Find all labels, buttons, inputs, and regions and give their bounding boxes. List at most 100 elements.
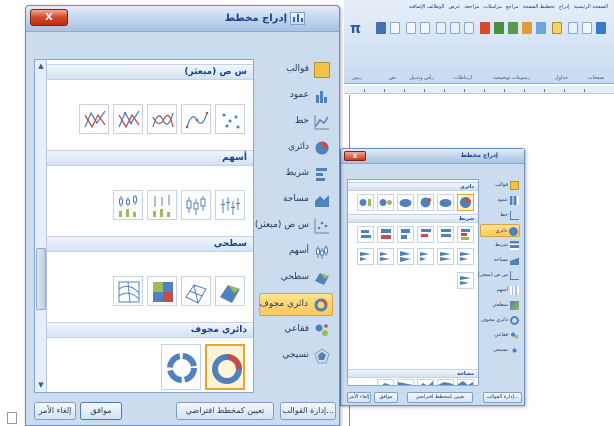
cone-bar-thumbnail[interactable] [437, 248, 454, 265]
small-category-item-selected[interactable]: دائري [480, 224, 520, 237]
area-thumbnail[interactable] [457, 379, 474, 385]
surface-thumbnail[interactable] [113, 276, 143, 306]
small-category-item[interactable]: مساحة [480, 254, 520, 267]
cylinder-bar-thumbnail[interactable] [457, 272, 474, 289]
pie-thumbnail[interactable] [417, 194, 434, 211]
pie-thumbnail[interactable] [357, 194, 374, 211]
ribbon-tab[interactable]: مراجع [506, 0, 519, 14]
small-category-item[interactable]: خط [480, 209, 520, 222]
area-thumbnail[interactable] [437, 379, 454, 385]
category-item-bubble[interactable]: فقاعي [259, 319, 333, 342]
small-manage-templates-button[interactable]: إدارة القوالب... [483, 392, 522, 403]
table-icon[interactable] [552, 22, 562, 34]
scatter-thumbnail[interactable] [215, 104, 245, 134]
cone-bar-thumbnail[interactable] [417, 248, 434, 265]
small-category-item[interactable]: فقاعي [480, 329, 520, 342]
stock-thumbnail[interactable] [215, 190, 245, 220]
doughnut-thumbnail[interactable] [161, 344, 201, 390]
ribbon-tab[interactable]: إدراج [559, 0, 570, 14]
symbol-icon[interactable]: π [350, 20, 364, 38]
category-item-pie[interactable]: دائري [259, 137, 333, 160]
pyramid-bar-thumbnail[interactable] [357, 248, 374, 265]
stock-thumbnail[interactable] [181, 190, 211, 220]
category-item-column[interactable]: عمود [259, 85, 333, 108]
category-item-area[interactable]: مساحة [259, 189, 333, 212]
scatter-thumbnail[interactable] [113, 104, 143, 134]
bar-thumbnail[interactable] [377, 226, 394, 243]
chart-icon[interactable] [480, 22, 490, 34]
ribbon-tab[interactable]: الوظائف الإضافية [409, 0, 445, 14]
bar-thumbnail[interactable] [437, 226, 454, 243]
pie-thumbnail[interactable] [377, 194, 394, 211]
smartart-icon[interactable] [494, 22, 504, 34]
scatter-thumbnail[interactable] [147, 104, 177, 134]
scroll-up-icon[interactable]: ▲ [36, 61, 46, 72]
gallery-scrollbar[interactable]: ▲ ▼ [35, 60, 47, 392]
small-close-button[interactable]: X [344, 151, 366, 161]
bar-thumbnail[interactable] [357, 226, 374, 243]
surface-thumbnail[interactable] [215, 276, 245, 306]
small-ok-button[interactable]: موافق [374, 392, 398, 403]
bar-thumbnail[interactable] [397, 226, 414, 243]
category-item-doughnut[interactable]: دائري مجوف [259, 293, 333, 316]
scroll-down-icon[interactable]: ▼ [36, 380, 46, 391]
pie-thumbnail[interactable] [457, 194, 474, 211]
doughnut-thumbnail-selected[interactable] [205, 344, 245, 390]
small-category-item[interactable]: س ص (مبعثر) [478, 269, 520, 282]
page-break-icon[interactable] [568, 22, 578, 34]
small-category-item[interactable]: أسهم [480, 284, 520, 297]
cross-ref-icon[interactable] [436, 22, 446, 34]
small-cancel-button[interactable]: إلغاء الأمر [347, 392, 371, 403]
bar-thumbnail[interactable] [457, 226, 474, 243]
cover-page-icon[interactable] [596, 22, 606, 34]
set-default-button[interactable]: تعيين كمخطط افتراضي [176, 402, 274, 420]
pie-thumbnail[interactable] [437, 194, 454, 211]
ribbon-tab[interactable]: تخطيط الصفحة [523, 0, 555, 14]
ribbon-tab[interactable]: مراجعة [464, 0, 479, 14]
textbox-icon[interactable] [390, 22, 400, 34]
area-thumbnail[interactable] [397, 379, 414, 385]
footer-icon[interactable] [406, 22, 416, 34]
area-thumbnail[interactable] [417, 379, 434, 385]
close-button[interactable]: X [30, 9, 68, 26]
clipart-icon[interactable] [522, 22, 532, 34]
wordart-icon[interactable] [376, 22, 386, 34]
pyramid-bar-thumbnail[interactable] [377, 248, 394, 265]
category-item-templates[interactable]: قوالب [259, 59, 333, 82]
scatter-thumbnail[interactable] [79, 104, 109, 134]
small-category-item[interactable]: سطحي [480, 299, 520, 312]
scatter-thumbnail[interactable] [181, 104, 211, 134]
blank-page-icon[interactable] [582, 22, 592, 34]
stock-thumbnail[interactable] [113, 190, 143, 220]
category-item-stock[interactable]: أسهم [259, 241, 333, 264]
area-thumbnail[interactable] [377, 379, 394, 385]
ribbon-tab[interactable]: مراسلات [483, 0, 502, 14]
small-category-item[interactable]: شريط [480, 239, 520, 252]
hyperlink-icon[interactable] [464, 22, 474, 34]
category-item-radar[interactable]: نسيجي [259, 345, 333, 368]
header-icon[interactable] [420, 22, 430, 34]
scrollbar-thumb[interactable] [36, 248, 46, 310]
small-set-default-button[interactable]: تعيين كمخطط افتراضي [407, 392, 473, 403]
ribbon-tab[interactable]: عرض [448, 0, 460, 14]
small-category-item[interactable]: دائري مجوف [480, 314, 520, 327]
ok-button[interactable]: موافق [80, 402, 122, 420]
bar-thumbnail[interactable] [417, 226, 434, 243]
shapes-icon[interactable] [508, 22, 518, 34]
picture-icon[interactable] [536, 22, 546, 34]
ribbon-tab[interactable]: الصفحة الرئيسية [574, 0, 609, 14]
pie-thumbnail[interactable] [397, 194, 414, 211]
category-item-bar[interactable]: شريط [259, 163, 333, 186]
stock-thumbnail[interactable] [147, 190, 177, 220]
cone-bar-thumbnail[interactable] [457, 248, 474, 265]
cancel-button[interactable]: إلغاء الأمر [34, 402, 76, 420]
category-item-scatter[interactable]: س ص (مبعثر) [255, 215, 333, 238]
manage-templates-button[interactable]: إدارة القوالب... [280, 402, 336, 420]
surface-thumbnail[interactable] [181, 276, 211, 306]
category-item-surface[interactable]: سطحي [259, 267, 333, 290]
small-category-item[interactable]: قوالب [480, 179, 520, 192]
small-category-item[interactable]: نسيجي [480, 344, 520, 357]
pyramid-bar-thumbnail[interactable] [397, 248, 414, 265]
bookmark-icon[interactable] [450, 22, 460, 34]
small-category-item[interactable]: عمود [480, 194, 520, 207]
